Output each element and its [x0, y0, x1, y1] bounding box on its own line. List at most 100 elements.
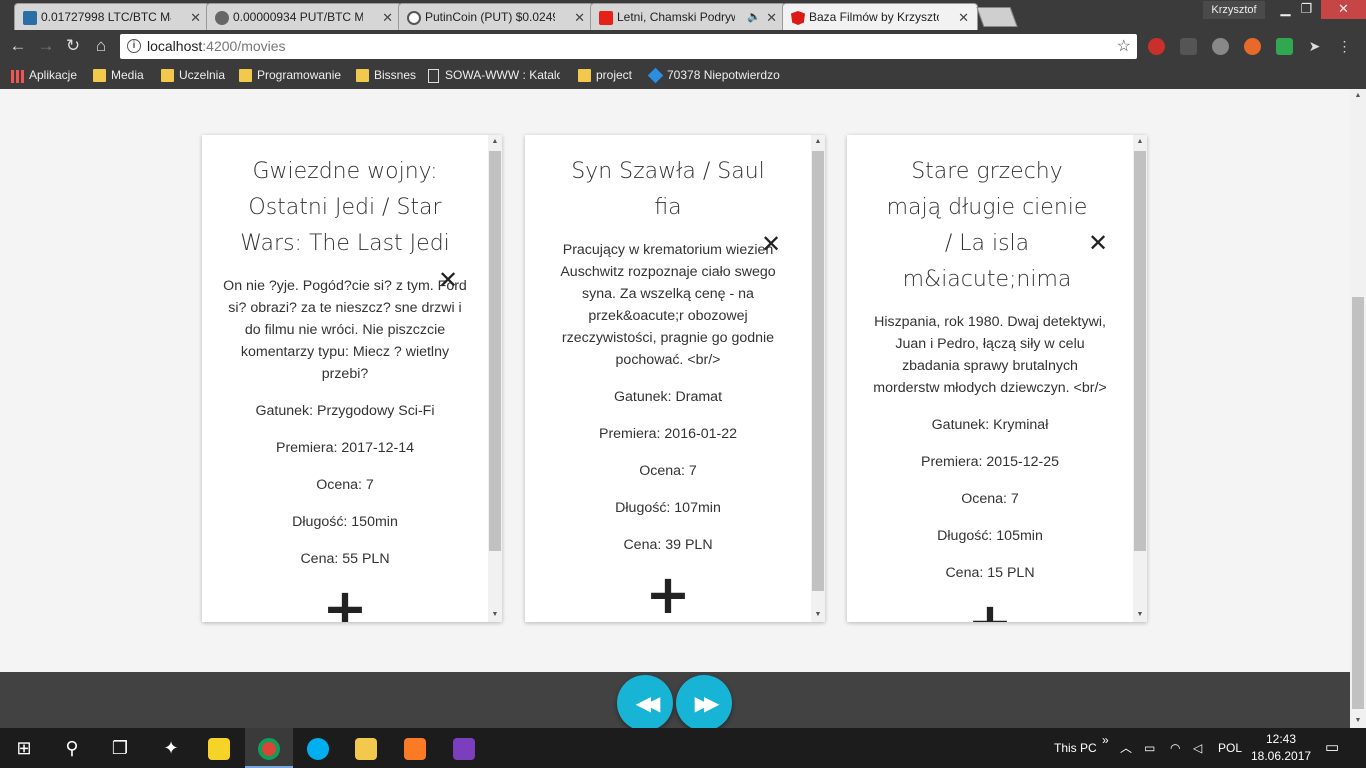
- scroll-down-icon[interactable]: ▼: [1133, 608, 1147, 622]
- pagination-footer: ◀◀ ▶▶: [0, 672, 1350, 731]
- page-scrollbar[interactable]: ▲ ▼: [1350, 89, 1366, 728]
- shield-extension-icon[interactable]: [1148, 38, 1165, 55]
- scroll-up-icon[interactable]: ▲: [1350, 89, 1366, 103]
- bookmark-page[interactable]: 70378 Niepotwierdzo: [648, 63, 786, 89]
- scroll-down-icon[interactable]: ▼: [1350, 714, 1366, 728]
- wifi-icon[interactable]: ◠: [1170, 728, 1180, 768]
- browser-tab[interactable]: 0.01727998 LTC/BTC Mar ✕: [14, 3, 210, 30]
- browser-tab[interactable]: Letni, Chamski Podryw 🔈 ✕: [590, 3, 786, 30]
- close-tab-icon[interactable]: ✕: [766, 4, 777, 30]
- movie-length: Długość: 107min: [615, 500, 721, 516]
- movie-description: ✕ On nie ?yje. Pogód?cie si? z tym. Ford…: [202, 262, 488, 385]
- intellij-icon[interactable]: [440, 728, 488, 768]
- bookmark-apps[interactable]: Aplikacje: [10, 63, 77, 89]
- extension-cluster-icon[interactable]: [1212, 38, 1229, 55]
- fire-extension-icon[interactable]: [1244, 38, 1261, 55]
- movie-rating: Ocena: 7: [961, 491, 1019, 507]
- bookmark-folder[interactable]: project: [577, 63, 632, 89]
- movie-length: Długość: 150min: [292, 514, 398, 530]
- card-scrollbar[interactable]: ▲ ▼: [811, 135, 825, 622]
- back-icon[interactable]: ←: [6, 34, 30, 58]
- browser-tab-active[interactable]: Baza Filmów by Krzyszto ✕: [782, 3, 978, 30]
- home-icon[interactable]: ⌂: [89, 34, 113, 58]
- card-scrollbar[interactable]: ▲ ▼: [488, 135, 502, 622]
- extension-badge-icon[interactable]: [1180, 38, 1197, 55]
- bookmark-page[interactable]: SOWA-WWW : Katalo: [426, 63, 560, 89]
- bookmark-label: Bissnes: [374, 68, 417, 82]
- close-tab-icon[interactable]: ✕: [958, 4, 969, 30]
- add-to-cart-icon[interactable]: +: [847, 596, 1133, 623]
- player-app-icon[interactable]: [195, 728, 243, 768]
- cursor-extension-icon[interactable]: ➤: [1306, 38, 1323, 55]
- next-page-button[interactable]: ▶▶: [676, 675, 732, 731]
- scroll-down-icon[interactable]: ▼: [488, 608, 502, 622]
- remove-movie-icon[interactable]: ✕: [437, 268, 459, 292]
- add-to-cart-icon[interactable]: +: [525, 568, 811, 622]
- bookmark-folder[interactable]: Programowanie: [238, 63, 341, 89]
- add-to-cart-icon[interactable]: +: [202, 582, 488, 623]
- s-extension-icon[interactable]: [1276, 38, 1293, 55]
- remove-movie-icon[interactable]: ✕: [760, 232, 782, 256]
- chrome-icon[interactable]: [245, 728, 293, 768]
- scroll-down-icon[interactable]: ▼: [811, 608, 825, 622]
- scroll-up-icon[interactable]: ▲: [1133, 135, 1147, 149]
- scroll-up-icon[interactable]: ▲: [811, 135, 825, 149]
- battery-icon[interactable]: ▭: [1144, 728, 1155, 768]
- diamond-icon: [648, 67, 664, 84]
- card-scrollbar[interactable]: ▲ ▼: [1133, 135, 1147, 622]
- movie-card: Stare grzechy mają długie cienie / La is…: [847, 135, 1147, 622]
- search-icon[interactable]: ⚲: [48, 728, 96, 768]
- bookmark-label: SOWA-WWW : Katalo: [445, 68, 560, 82]
- movie-card-content: Stare grzechy mają długie cienie / La is…: [847, 135, 1133, 622]
- movie-price: Cena: 39 PLN: [623, 537, 713, 553]
- this-pc-label[interactable]: This PC: [1054, 728, 1097, 768]
- skype-icon[interactable]: [294, 728, 342, 768]
- profile-button[interactable]: Krzysztof: [1203, 1, 1265, 19]
- menu-icon[interactable]: ⋮: [1336, 38, 1353, 55]
- speaker-icon[interactable]: 🔈: [747, 4, 761, 30]
- info-icon[interactable]: i: [127, 39, 141, 53]
- fox-app-icon[interactable]: ✦: [147, 728, 195, 768]
- new-tab-button[interactable]: [976, 7, 1018, 27]
- previous-page-button[interactable]: ◀◀: [617, 675, 673, 731]
- toolbar-expand-icon[interactable]: »: [1102, 728, 1109, 768]
- url-host: localhost: [147, 38, 203, 54]
- bookmark-star-icon[interactable]: ☆: [1117, 34, 1131, 59]
- close-tab-icon[interactable]: ✕: [382, 4, 393, 30]
- windows-start-icon[interactable]: ⊞: [0, 728, 48, 768]
- scroll-thumb[interactable]: [489, 151, 501, 551]
- tab-label: Letni, Chamski Podryw: [617, 10, 735, 24]
- window-close-icon[interactable]: ✕: [1321, 0, 1366, 19]
- movie-genre: Gatunek: Kryminał: [931, 417, 1049, 433]
- scroll-thumb[interactable]: [812, 151, 824, 591]
- forward-icon[interactable]: →: [34, 34, 58, 58]
- browser-tab-strip: 0.01727998 LTC/BTC Mar ✕ 0.00000934 PUT/…: [0, 0, 1366, 30]
- scroll-up-icon[interactable]: ▲: [488, 135, 502, 149]
- restore-icon[interactable]: ❐: [1292, 0, 1321, 19]
- bookmark-label: 70378 Niepotwierdzo: [667, 68, 780, 82]
- scroll-thumb[interactable]: [1352, 297, 1364, 709]
- close-tab-icon[interactable]: ✕: [574, 4, 585, 30]
- system-clock[interactable]: 12:43 18.06.2017: [1251, 731, 1311, 765]
- browser-tab[interactable]: PutinCoin (PUT) $0.0249 ✕: [398, 3, 594, 30]
- browser-toolbar: ← → ↻ ⌂ i localhost:4200/movies ☆ ➤ ⋮: [0, 30, 1366, 63]
- bookmark-folder[interactable]: Uczelnia: [160, 63, 225, 89]
- notifications-icon[interactable]: ▭: [1325, 728, 1339, 768]
- bookmark-folder[interactable]: Bissnes: [355, 63, 416, 89]
- file-explorer-icon[interactable]: [342, 728, 390, 768]
- movie-card: Gwiezdne wojny: Ostatni Jedi / Star Wars…: [202, 135, 502, 622]
- tray-chevron-icon[interactable]: ︿: [1120, 728, 1132, 768]
- xampp-icon[interactable]: [391, 728, 439, 768]
- volume-icon[interactable]: ◁: [1193, 728, 1202, 768]
- browser-tab[interactable]: 0.00000934 PUT/BTC Ma ✕: [206, 3, 402, 30]
- reload-icon[interactable]: ↻: [61, 34, 85, 58]
- bookmark-folder[interactable]: Media: [92, 63, 144, 89]
- input-language[interactable]: POL: [1218, 728, 1242, 768]
- remove-movie-icon[interactable]: ✕: [1087, 231, 1109, 255]
- movie-card: Syn Szawła / Saul fia ✕ Pracujący w krem…: [525, 135, 825, 622]
- task-view-icon[interactable]: ❐: [96, 728, 144, 768]
- address-bar[interactable]: i localhost:4200/movies ☆: [120, 34, 1137, 59]
- movie-title: Gwiezdne wojny: Ostatni Jedi / Star Wars…: [240, 159, 450, 256]
- scroll-thumb[interactable]: [1134, 151, 1146, 551]
- close-tab-icon[interactable]: ✕: [190, 4, 201, 30]
